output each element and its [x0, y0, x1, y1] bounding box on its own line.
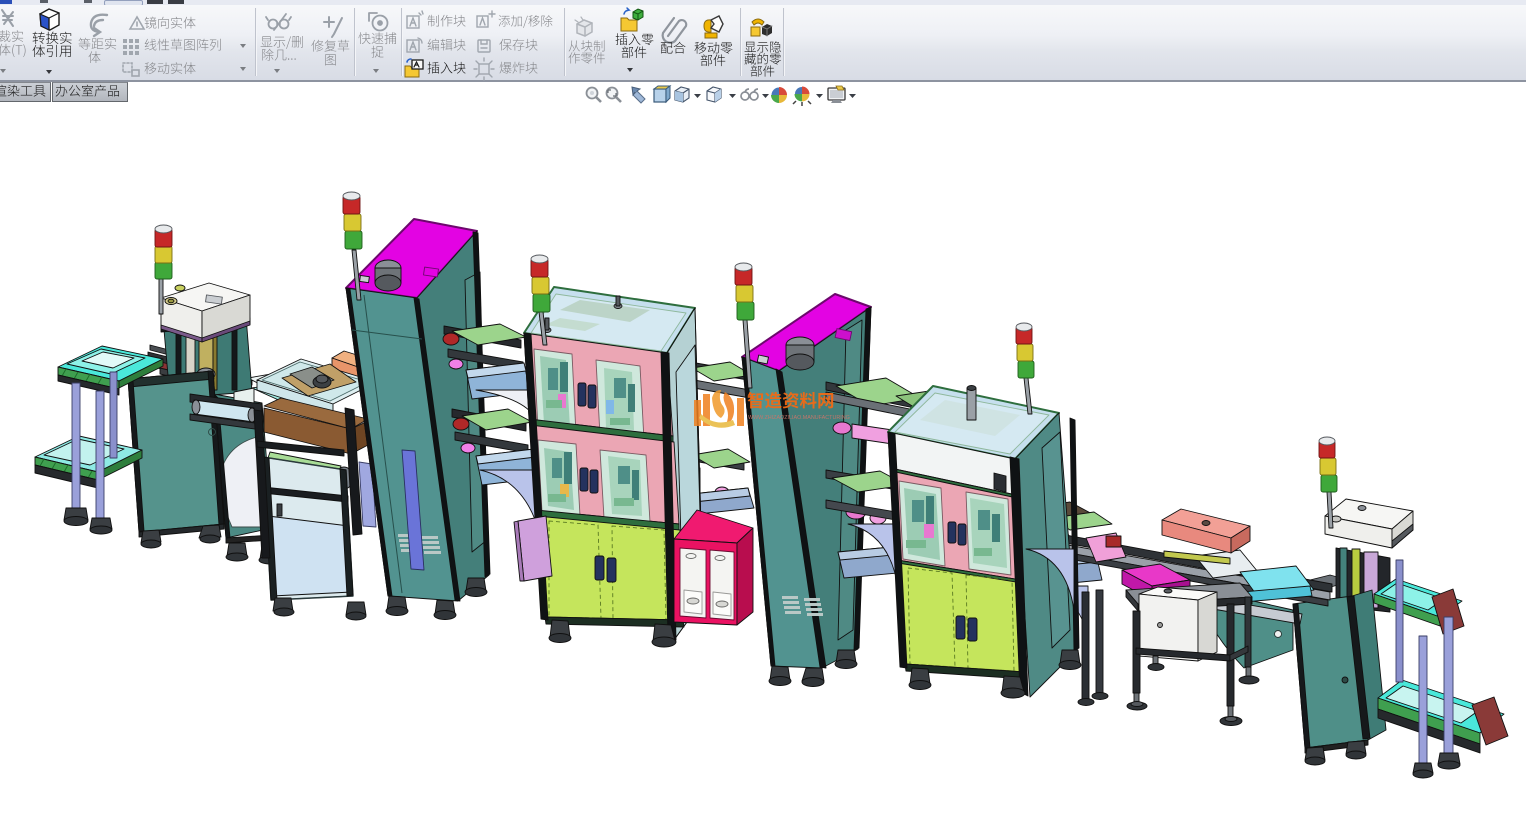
svg-text:WWW.ZHIZAOZILIAO.MANUFACTURING: WWW.ZHIZAOZILIAO.MANUFACTURING [748, 415, 850, 421]
